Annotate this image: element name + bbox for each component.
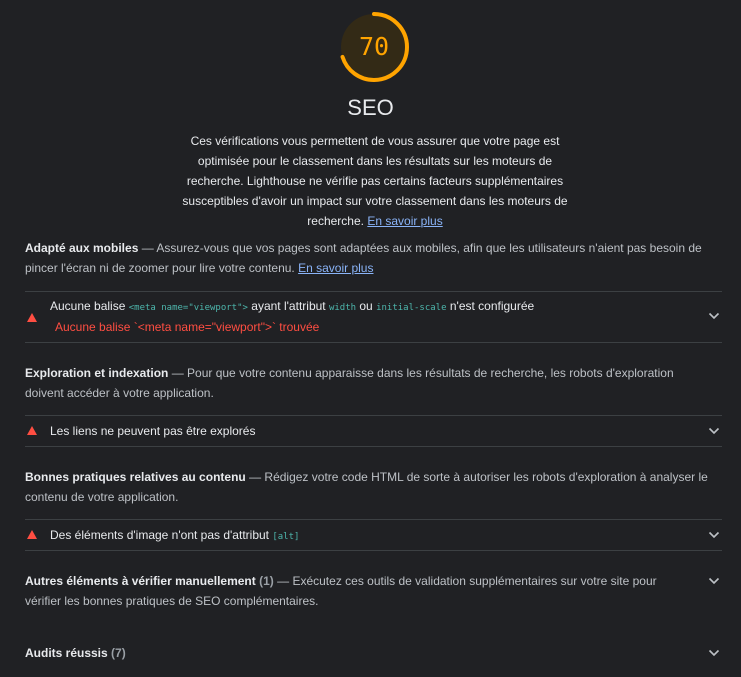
- learn-more-link[interactable]: En savoir plus: [367, 214, 442, 228]
- code-meta-viewport: <meta name="viewport">: [128, 303, 248, 313]
- category-title: SEO: [347, 95, 394, 120]
- group-separator: —: [273, 574, 293, 588]
- audit-title-text: Des éléments d'image n'ont pas d'attribu…: [50, 528, 273, 542]
- audit-title-text: n'est configurée: [446, 299, 535, 313]
- group-count: (7): [111, 646, 126, 660]
- category-desc-line: Ces vérifications vous permettent de vou…: [190, 134, 560, 148]
- category-desc-line: recherche. En savoir plus: [180, 211, 570, 231]
- score-gauge: 70: [337, 10, 411, 84]
- group-separator: —: [138, 241, 157, 255]
- code-width: width: [328, 303, 357, 313]
- audit-title-text: Aucune balise: [50, 299, 129, 313]
- chevron-down-icon[interactable]: [708, 312, 720, 320]
- warning-triangle-icon: [27, 313, 37, 322]
- learn-more-link[interactable]: En savoir plus: [298, 261, 373, 275]
- audit-title: Les liens ne peuvent pas être explorés: [50, 424, 256, 438]
- audit-image-alt[interactable]: Des éléments d'image n'ont pas d'attribu…: [25, 520, 722, 550]
- warning-triangle-icon: [27, 530, 37, 539]
- group-separator: —: [245, 470, 265, 484]
- audit-title: Des éléments d'image n'ont pas d'attribu…: [50, 528, 299, 542]
- group-title: Adapté aux mobiles: [25, 241, 139, 255]
- category-desc-line: optimisée pour le classement dans les ré…: [197, 154, 553, 168]
- group-title: Autres éléments à vérifier manuellement: [25, 574, 256, 588]
- group-header-passed[interactable]: Audits réussis (7): [25, 643, 695, 663]
- chevron-down-icon[interactable]: [708, 427, 720, 435]
- category-description: Ces vérifications vous permettent de vou…: [180, 131, 570, 231]
- audit-error-message: Aucune balise `<meta name="viewport">` t…: [55, 320, 320, 334]
- audit-title-text: ou: [356, 299, 377, 313]
- group-header-mobile: Adapté aux mobiles — Assurez-vous que vo…: [25, 238, 715, 278]
- divider: [25, 550, 722, 551]
- group-header-crawl: Exploration et indexation — Pour que vot…: [25, 363, 715, 403]
- group-title: Exploration et indexation: [25, 366, 169, 380]
- category-desc-line: susceptibles d'avoir un impact sur votre…: [182, 194, 568, 208]
- category-desc-line: recherche. Lighthouse ne vérifie pas cer…: [186, 174, 564, 188]
- divider: [25, 342, 722, 343]
- chevron-down-icon[interactable]: [708, 577, 720, 585]
- divider: [25, 446, 722, 447]
- category-desc-line-end: recherche.: [307, 214, 364, 228]
- chevron-down-icon[interactable]: [708, 531, 720, 539]
- audit-crawlable-links[interactable]: Les liens ne peuvent pas être explorés: [25, 416, 722, 446]
- audit-title-text: ayant l'attribut: [247, 299, 329, 313]
- score-value: 70: [358, 32, 390, 61]
- chevron-down-icon[interactable]: [708, 649, 720, 657]
- warning-triangle-icon: [27, 426, 37, 435]
- code-initial-scale: initial-scale: [376, 303, 447, 313]
- group-count: (1): [259, 574, 274, 588]
- audit-title: Aucune balise <meta name="viewport"> aya…: [50, 299, 534, 313]
- group-separator: —: [168, 366, 188, 380]
- group-title: Bonnes pratiques relatives au contenu: [25, 470, 246, 484]
- code-alt: [alt]: [272, 532, 300, 542]
- group-title: Audits réussis: [25, 646, 108, 660]
- audit-viewport[interactable]: Aucune balise <meta name="viewport"> aya…: [25, 292, 722, 342]
- group-header-manual[interactable]: Autres éléments à vérifier manuellement …: [25, 571, 695, 611]
- group-header-content: Bonnes pratiques relatives au contenu — …: [25, 467, 715, 507]
